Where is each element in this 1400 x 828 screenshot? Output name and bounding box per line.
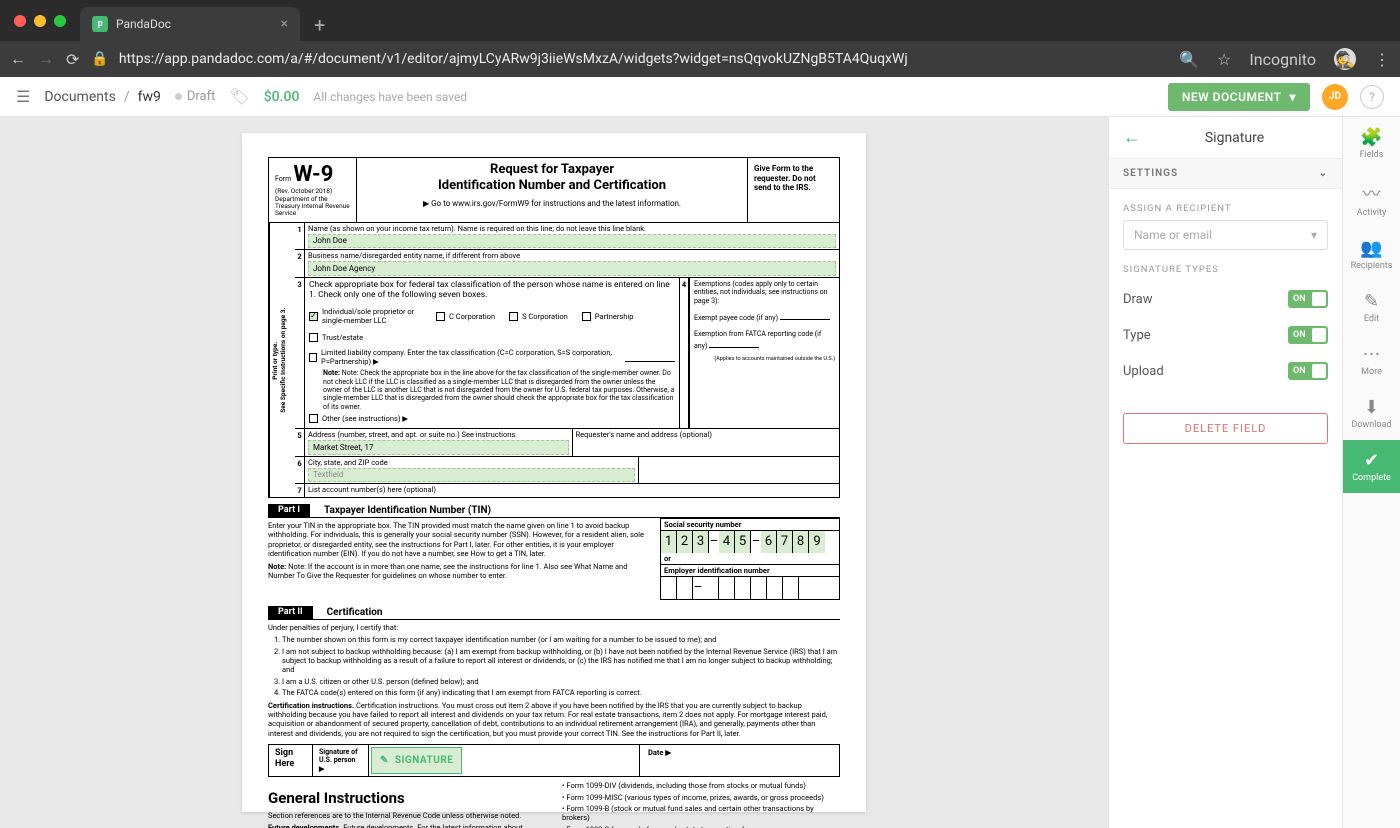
- browser-tab-strip: p PandaDoc × +: [0, 0, 1400, 41]
- maximize-window[interactable]: [54, 15, 66, 27]
- rail-download[interactable]: ⬇Download: [1343, 387, 1400, 440]
- rail-recipients[interactable]: 👥Recipients: [1343, 228, 1400, 281]
- incognito-icon: 🕵: [1334, 48, 1356, 70]
- signature-field[interactable]: ✎ SIGNATURE: [371, 747, 462, 774]
- checkbox-other[interactable]: [309, 414, 318, 423]
- search-icon[interactable]: 🔍: [1179, 50, 1199, 69]
- panel-title: Signature: [1205, 130, 1264, 146]
- dropdown-caret-icon: ▾: [1311, 228, 1317, 242]
- more-icon: ⋯: [1343, 344, 1400, 365]
- checkbox-trust[interactable]: [309, 333, 318, 342]
- document-name[interactable]: fw9: [138, 89, 161, 105]
- app-toolbar: ☰ Documents / fw9 Draft 🏷 $0.00 All chan…: [0, 77, 1400, 117]
- browser-tab[interactable]: p PandaDoc ×: [80, 7, 300, 41]
- forward-button[interactable]: →: [38, 49, 54, 69]
- tag-icon[interactable]: 🏷: [229, 87, 249, 106]
- toggle-upload[interactable]: ON: [1288, 362, 1328, 380]
- help-icon[interactable]: ?: [1360, 85, 1384, 109]
- name-field[interactable]: John Doe: [308, 234, 836, 249]
- signature-settings-panel: ← Signature SETTINGS ⌄ ASSIGN A RECIPIEN…: [1108, 117, 1342, 828]
- city-state-zip-field[interactable]: Textfield: [308, 468, 635, 483]
- window-controls: [0, 15, 80, 27]
- avatar[interactable]: JD: [1322, 84, 1348, 110]
- address-field[interactable]: Market Street, 17: [308, 440, 569, 455]
- checkbox-s-corp[interactable]: [509, 312, 518, 321]
- checkbox-c-corp[interactable]: [436, 312, 445, 321]
- checkbox-sole-proprietor[interactable]: ✓: [309, 312, 318, 321]
- document-total[interactable]: $0.00: [264, 89, 300, 105]
- status-badge: Draft: [175, 89, 216, 104]
- toggle-label-upload: Upload: [1123, 364, 1164, 379]
- toggle-label-draw: Draw: [1123, 292, 1153, 307]
- settings-section-header[interactable]: SETTINGS ⌄: [1109, 159, 1342, 189]
- toggle-draw[interactable]: ON: [1288, 290, 1328, 308]
- tab-title: PandaDoc: [116, 17, 171, 31]
- breadcrumb: Documents / fw9: [44, 89, 161, 105]
- close-window[interactable]: [14, 15, 26, 27]
- rail-more[interactable]: ⋯More: [1343, 334, 1400, 387]
- form-title: Request for Taxpayer: [361, 162, 743, 178]
- breadcrumb-documents[interactable]: Documents: [44, 89, 115, 105]
- back-button[interactable]: ←: [10, 49, 26, 69]
- toggle-label-type: Type: [1123, 328, 1151, 343]
- minimize-window[interactable]: [34, 15, 46, 27]
- recipient-select[interactable]: Name or email ▾: [1123, 220, 1328, 250]
- ein-input[interactable]: –: [661, 577, 839, 599]
- favicon: p: [92, 16, 108, 32]
- right-rail: 🧩Fields 〰Activity 👥Recipients ✎Edit ⋯Mor…: [1342, 117, 1400, 828]
- status-dot-icon: [175, 93, 182, 100]
- puzzle-icon: 🧩: [1343, 127, 1400, 148]
- ssn-input[interactable]: 123 – 45 – 6789: [661, 531, 839, 553]
- close-tab-icon[interactable]: ×: [281, 16, 288, 32]
- document-canvas[interactable]: Form W-9 (Rev. October 2018) Department …: [0, 117, 1108, 828]
- reload-button[interactable]: ⟳: [66, 50, 79, 69]
- star-icon[interactable]: ☆: [1217, 50, 1231, 69]
- people-icon: 👥: [1343, 238, 1400, 259]
- new-tab-button[interactable]: +: [300, 13, 339, 37]
- new-document-button[interactable]: NEW DOCUMENT ▾: [1168, 83, 1310, 111]
- address-bar: ← → ⟳ 🔒 https://app.pandadoc.com/a/#/doc…: [0, 41, 1400, 77]
- rail-fields[interactable]: 🧩Fields: [1343, 117, 1400, 170]
- rail-complete[interactable]: ✔Complete: [1343, 440, 1400, 493]
- url-text: https://app.pandadoc.com/a/#/document/v1…: [119, 51, 908, 67]
- checkbox-llc[interactable]: [309, 353, 317, 362]
- pencil-icon: ✎: [380, 755, 389, 767]
- rail-activity[interactable]: 〰Activity: [1343, 170, 1400, 228]
- toggle-type[interactable]: ON: [1288, 326, 1328, 344]
- checkbox-partnership[interactable]: [582, 312, 591, 321]
- chevron-down-icon: ▾: [1289, 90, 1296, 104]
- chevron-down-icon: ⌄: [1319, 168, 1328, 179]
- incognito-label: Incognito: [1249, 50, 1316, 69]
- back-arrow-icon[interactable]: ←: [1123, 127, 1141, 148]
- save-status: All changes have been saved: [313, 90, 467, 104]
- menu-icon[interactable]: ☰: [16, 87, 30, 106]
- rail-edit[interactable]: ✎Edit: [1343, 281, 1400, 334]
- edit-icon: ✎: [1343, 291, 1400, 312]
- download-icon: ⬇: [1343, 397, 1400, 418]
- business-name-field[interactable]: John Doe Agency: [308, 261, 836, 276]
- check-circle-icon: ✔: [1343, 450, 1400, 471]
- lock-icon: 🔒: [91, 51, 108, 67]
- document-page: Form W-9 (Rev. October 2018) Department …: [242, 133, 866, 812]
- browser-menu-icon[interactable]: ⋮: [1374, 50, 1390, 69]
- url-input[interactable]: 🔒 https://app.pandadoc.com/a/#/document/…: [91, 51, 1167, 67]
- delete-field-button[interactable]: DELETE FIELD: [1123, 413, 1328, 444]
- activity-icon: 〰: [1343, 180, 1400, 206]
